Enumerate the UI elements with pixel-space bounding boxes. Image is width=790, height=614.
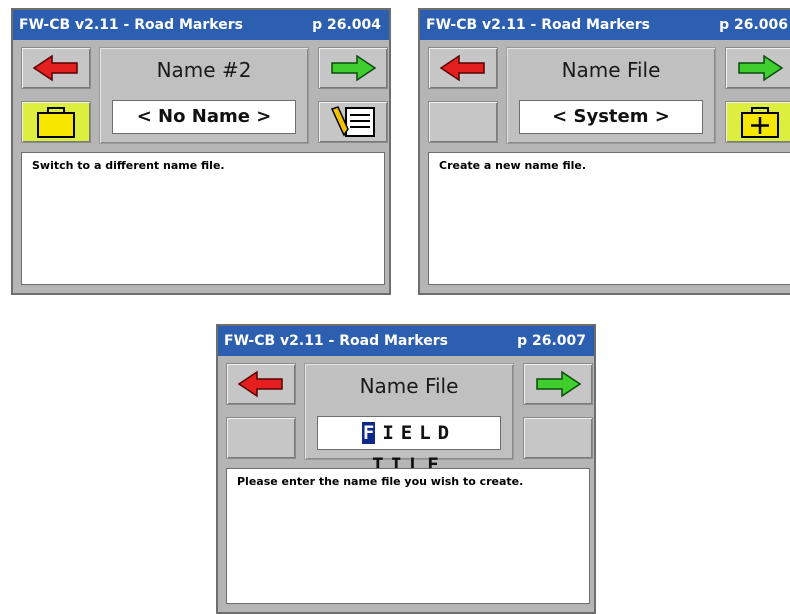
screen-name-file-create: FW-CB v2.11 - Road Markers p 26.006 Name…	[418, 8, 790, 295]
folder-button[interactable]	[21, 101, 91, 143]
next-arrow-icon	[738, 54, 784, 82]
back-arrow-icon	[32, 54, 78, 82]
app-title: FW-CB v2.11 - Road Markers	[224, 333, 448, 349]
page-number: p 26.006	[719, 17, 788, 33]
next-button[interactable]	[725, 47, 790, 89]
folder-icon	[37, 107, 75, 138]
notepad-edit-icon	[330, 106, 375, 137]
next-button[interactable]	[318, 47, 388, 89]
app-title: FW-CB v2.11 - Road Markers	[426, 17, 650, 33]
back-button[interactable]	[21, 47, 91, 89]
next-arrow-icon	[536, 370, 582, 398]
app-title: FW-CB v2.11 - Road Markers	[19, 17, 243, 33]
add-folder-icon	[741, 107, 779, 138]
next-button[interactable]	[523, 363, 593, 405]
name-field[interactable]: < No Name >	[112, 100, 296, 134]
name-panel: Name File < System >	[506, 47, 716, 144]
page-number: p 26.007	[517, 333, 586, 349]
back-button[interactable]	[428, 47, 498, 89]
name-entry-field[interactable]: F IELD TILE	[317, 416, 501, 476]
title-bar: FW-CB v2.11 - Road Markers p 26.006	[420, 10, 790, 40]
screen-heading: Name #2	[156, 58, 252, 82]
empty-button	[226, 417, 296, 459]
screen-heading: Name File	[359, 374, 459, 398]
screen-heading: Name File	[561, 58, 661, 82]
page-number: p 26.004	[312, 17, 381, 33]
description-box: Create a new name file.	[428, 152, 790, 285]
empty-button	[428, 101, 498, 143]
back-arrow-icon	[439, 54, 485, 82]
name-panel: Name #2 < No Name >	[99, 47, 309, 144]
screen-name-file-entry: FW-CB v2.11 - Road Markers p 26.007 Name…	[216, 324, 596, 614]
name-file-field[interactable]: < System >	[519, 100, 703, 134]
description-box: Switch to a different name file.	[21, 152, 385, 285]
empty-button	[523, 417, 593, 459]
back-button[interactable]	[226, 363, 296, 405]
create-name-file-button[interactable]	[725, 101, 790, 143]
name-panel: Name File F IELD TILE	[304, 363, 514, 476]
screen-name-select: FW-CB v2.11 - Road Markers p 26.004 Name…	[11, 8, 391, 295]
title-bar: FW-CB v2.11 - Road Markers p 26.007	[218, 326, 594, 356]
text-cursor: F	[361, 422, 376, 444]
edit-name-file-button[interactable]	[318, 101, 388, 143]
description-box: Please enter the name file you wish to c…	[226, 468, 590, 604]
next-arrow-icon	[331, 54, 377, 82]
title-bar: FW-CB v2.11 - Road Markers p 26.004	[13, 10, 389, 40]
back-arrow-icon	[237, 370, 283, 398]
